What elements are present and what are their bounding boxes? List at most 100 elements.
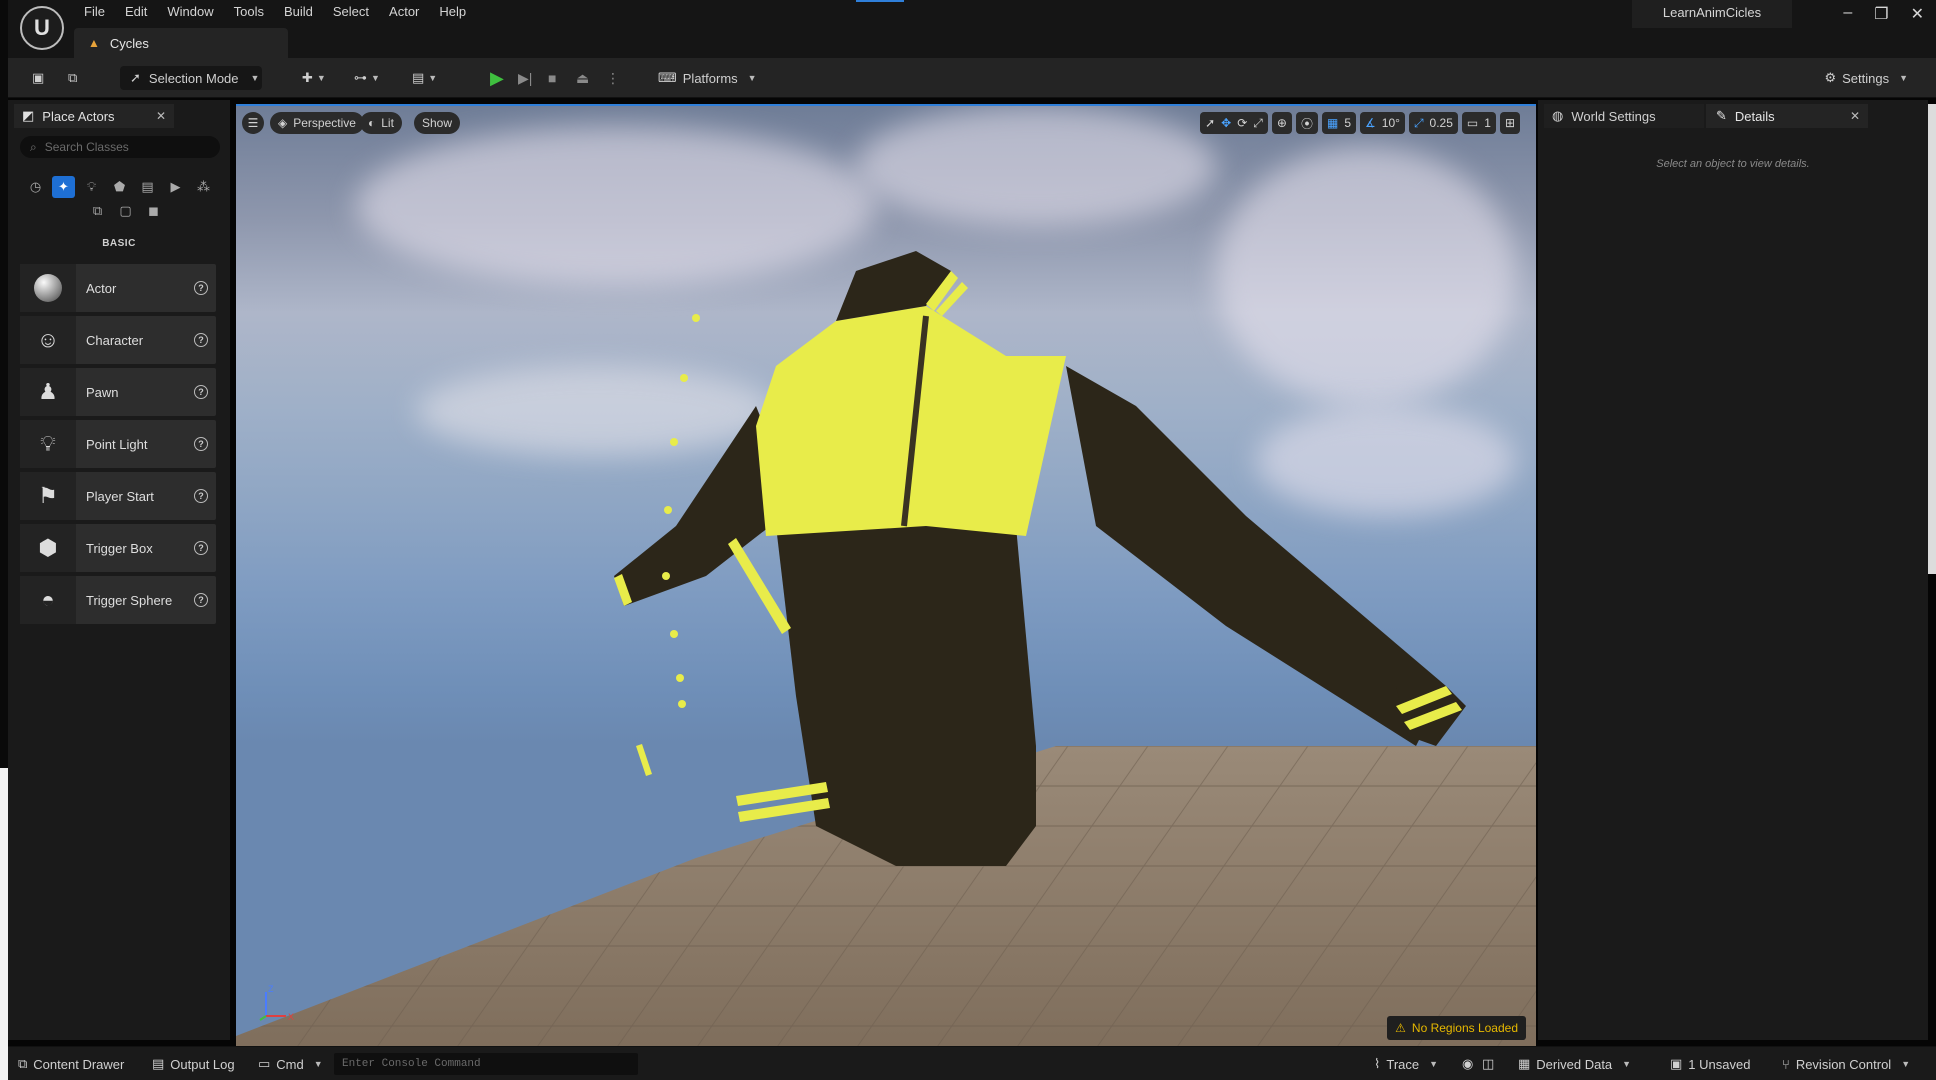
menu-tools[interactable]: Tools <box>224 3 274 21</box>
actor-item-character[interactable]: ☺ Character ? <box>20 316 216 364</box>
actor-item-actor[interactable]: Actor ? <box>20 264 216 312</box>
world-local-button[interactable]: ⊕ <box>1271 112 1292 134</box>
volumes-icon[interactable]: ⧉ <box>86 200 109 222</box>
menu-select[interactable]: Select <box>323 3 379 21</box>
cursor-icon: ➚ <box>130 70 141 85</box>
content-browser-icon[interactable]: ⧉ <box>60 66 85 90</box>
all-classes-icon[interactable]: ▢ <box>114 200 137 222</box>
platforms-dropdown[interactable]: ⌨ Platforms ▼ <box>650 66 765 90</box>
blueprint-button[interactable]: ⊶ ▼ <box>346 66 388 90</box>
screenshot-icon[interactable]: ◫ <box>1482 1055 1494 1073</box>
chevron-down-icon: ▼ <box>1429 1059 1439 1069</box>
help-icon[interactable]: ? <box>194 333 208 347</box>
details-tab[interactable]: ✎ Details ✕ <box>1706 104 1868 128</box>
level-tab[interactable]: ▲ Cycles <box>74 28 288 58</box>
viewport-menu-icon[interactable]: ☰ <box>242 112 264 134</box>
scale-snap-button[interactable]: ⤢ 0.25 <box>1408 112 1458 134</box>
trace-dropdown[interactable]: ⌇ Trace ▼ <box>1374 1055 1438 1073</box>
close-icon[interactable]: ✕ <box>1850 109 1860 123</box>
play-button[interactable]: ▶ <box>482 66 512 90</box>
actor-list: Actor ? ☺ Character ? ♟ Pawn ? 💡︎ Point … <box>20 264 216 628</box>
content-drawer-button[interactable]: ⧉ Content Drawer <box>18 1055 124 1073</box>
menu-build[interactable]: Build <box>274 3 323 21</box>
layout-icon: ⊞ <box>1504 116 1515 130</box>
cube-icon: ◈ <box>278 116 288 130</box>
cmd-label: Cmd <box>276 1056 304 1072</box>
selection-mode-label: Selection Mode <box>148 70 239 86</box>
help-icon[interactable]: ? <box>194 437 208 451</box>
unreal-logo-icon[interactable]: U <box>20 6 64 50</box>
actor-item-trigger-sphere[interactable]: ◓ Trigger Sphere ? <box>20 576 216 624</box>
play-options-icon[interactable]: ⋮ <box>598 66 628 90</box>
shapes-2-icon[interactable]: ◼ <box>142 200 165 222</box>
cinematic-icon[interactable]: ▤ <box>136 176 159 198</box>
settings-dropdown[interactable]: ⚙ Settings ▼ <box>1816 66 1916 90</box>
geometry-icon[interactable]: ⁂ <box>192 176 215 198</box>
revision-control-button[interactable]: ⑂ Revision Control ▼ <box>1782 1055 1910 1073</box>
unsaved-button[interactable]: ▣ 1 Unsaved <box>1670 1055 1750 1073</box>
move-tool-icon[interactable]: ✥ <box>1221 116 1231 130</box>
help-icon[interactable]: ? <box>194 281 208 295</box>
record-icon[interactable]: ◉ <box>1462 1055 1473 1073</box>
save-icon[interactable]: ▣ <box>24 66 52 90</box>
scale-tool-icon[interactable]: ⤢ <box>1253 116 1263 131</box>
rotate-tool-icon[interactable]: ⟳ <box>1237 116 1247 130</box>
select-tool-icon[interactable]: ➚ <box>1205 116 1215 130</box>
help-icon[interactable]: ? <box>194 541 208 555</box>
category-icons: ◷ ✦ 💡︎ ⬟ ▤ ▶ ⁂ ⧉ ▢ ◼ <box>24 176 224 222</box>
shapes-icon[interactable]: ⬟ <box>108 176 131 198</box>
search-input[interactable] <box>44 140 205 154</box>
recent-icon[interactable]: ◷ <box>24 176 47 198</box>
actor-item-label: Point Light <box>86 436 148 452</box>
cinematics-button[interactable]: ▤ ▼ <box>404 66 445 90</box>
rotation-snap-button[interactable]: ∡ 10° <box>1360 112 1405 134</box>
details-label: Details <box>1734 108 1775 124</box>
world-settings-tab[interactable]: ◍ World Settings <box>1544 104 1704 128</box>
grid-snap-button[interactable]: ▦ 5 <box>1321 112 1357 134</box>
cmd-dropdown[interactable]: ▭ Cmd ▼ <box>258 1055 323 1073</box>
stop-button[interactable]: ■ <box>540 66 564 90</box>
actor-item-label: Character <box>86 332 144 348</box>
show-button[interactable]: Show <box>414 112 461 134</box>
menu-edit[interactable]: Edit <box>115 3 157 21</box>
menu-actor[interactable]: Actor <box>379 3 429 21</box>
restore-icon[interactable]: ❐ <box>1874 4 1888 24</box>
help-icon[interactable]: ? <box>194 385 208 399</box>
lit-button[interactable]: ◐ Lit <box>360 112 402 134</box>
console-input[interactable] <box>334 1053 638 1075</box>
actor-item-point-light[interactable]: 💡︎ Point Light ? <box>20 420 216 468</box>
perspective-button[interactable]: ◈ Perspective <box>270 112 364 134</box>
place-actors-tab[interactable]: ◩ Place Actors ✕ <box>14 104 174 128</box>
help-icon[interactable]: ? <box>194 489 208 503</box>
add-actor-button[interactable]: ✚ ▼ <box>294 66 334 90</box>
level-viewport[interactable]: ☰ ◈ Perspective ◐ Lit Show ➚ ✥ ⟳ ⤢ ⊕ ⦿ ▦… <box>236 104 1536 1046</box>
camera-speed-button[interactable]: ▭ 1 <box>1461 112 1496 134</box>
globe-icon: ◍ <box>1552 108 1564 123</box>
right-scrollbar[interactable] <box>1928 104 1936 574</box>
output-log-button[interactable]: ▤ Output Log <box>152 1055 235 1073</box>
close-icon[interactable]: ✕ <box>156 109 166 123</box>
basic-category-icon[interactable]: ✦ <box>52 176 75 198</box>
menu-file[interactable]: File <box>74 3 115 21</box>
minimize-icon[interactable]: – <box>1843 4 1852 24</box>
details-hint: Select an object to view details. <box>1656 158 1810 170</box>
step-button[interactable]: ▶| <box>510 66 540 90</box>
help-icon[interactable]: ? <box>194 593 208 607</box>
actor-item-pawn[interactable]: ♟ Pawn ? <box>20 368 216 416</box>
selection-mode-dropdown[interactable]: ➚ Selection Mode ▼ <box>120 66 262 90</box>
visual-effects-icon[interactable]: ▶ <box>164 176 187 198</box>
axis-gizmo: Z X <box>259 984 294 1022</box>
close-icon[interactable]: ✕ <box>1911 4 1924 24</box>
eject-button[interactable]: ⏏ <box>568 66 597 90</box>
viewport-layout-button[interactable]: ⊞ <box>1499 112 1520 134</box>
menu-help[interactable]: Help <box>429 3 476 21</box>
actor-item-label: Actor <box>86 280 117 296</box>
actor-item-trigger-box[interactable]: ⬢ Trigger Box ? <box>20 524 216 572</box>
surface-snap-button[interactable]: ⦿ <box>1295 112 1318 134</box>
menu-window[interactable]: Window <box>157 3 223 21</box>
derived-data-button[interactable]: ▦ Derived Data ▼ <box>1518 1055 1631 1073</box>
light-bulb-icon: 💡︎ <box>40 431 56 456</box>
project-name: LearnAnimCicles <box>1632 0 1792 28</box>
actor-item-player-start[interactable]: ⚑ Player Start ? <box>20 472 216 520</box>
lights-icon[interactable]: 💡︎ <box>80 176 103 198</box>
